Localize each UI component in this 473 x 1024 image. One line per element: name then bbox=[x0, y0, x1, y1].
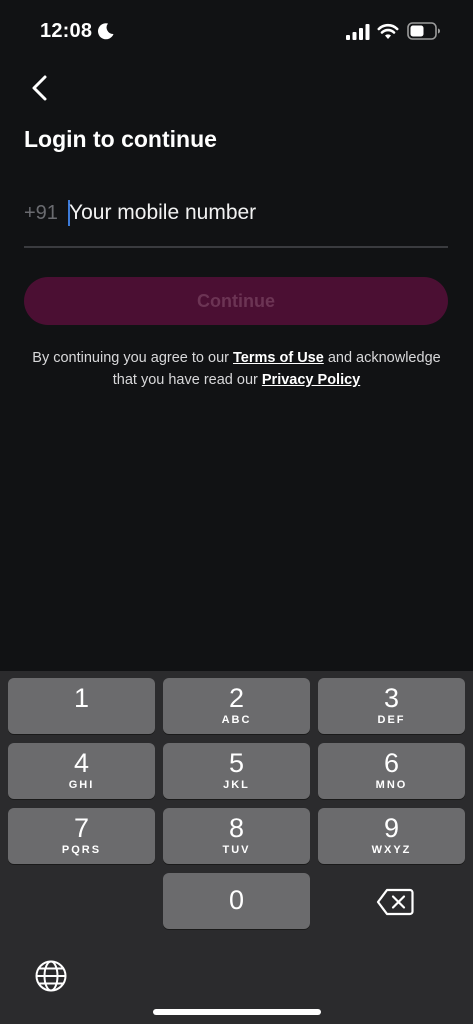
key-digit: 1 bbox=[73, 683, 90, 713]
signal-icon bbox=[346, 24, 370, 40]
key-1[interactable]: 1 bbox=[8, 678, 155, 734]
key-9[interactable]: 9 WXYZ bbox=[318, 808, 465, 864]
phone-field: +91 bbox=[24, 190, 448, 248]
key-letters: PQRS bbox=[61, 844, 102, 856]
key-5[interactable]: 5 JKL bbox=[163, 743, 310, 799]
key-letters: MNO bbox=[375, 779, 408, 791]
key-letters: ABC bbox=[221, 714, 252, 726]
country-code[interactable]: +91 bbox=[24, 202, 58, 225]
key-digit: 7 bbox=[73, 813, 90, 843]
key-digit: 4 bbox=[73, 748, 90, 778]
key-3[interactable]: 3 DEF bbox=[318, 678, 465, 734]
continue-button[interactable]: Continue bbox=[24, 277, 448, 325]
key-digit: 0 bbox=[228, 885, 245, 915]
key-letters: TUV bbox=[222, 844, 251, 856]
key-digit: 2 bbox=[228, 683, 245, 713]
key-digit: 8 bbox=[228, 813, 245, 843]
delete-icon[interactable] bbox=[376, 887, 414, 917]
status-bar: 12:08 bbox=[0, 0, 473, 64]
numeric-keyboard: 1 2 ABC 3 DEF 4 GHI 5 JKL 6 MNO 7 PQRS 8… bbox=[0, 671, 473, 1024]
privacy-policy-link[interactable]: Privacy Policy bbox=[262, 372, 360, 388]
key-letters: JKL bbox=[223, 779, 250, 791]
page-title: Login to continue bbox=[24, 126, 217, 152]
status-time: 12:08 bbox=[40, 20, 93, 42]
wifi-icon bbox=[377, 23, 399, 39]
key-2[interactable]: 2 ABC bbox=[163, 678, 310, 734]
key-letters: WXYZ bbox=[371, 844, 412, 856]
terms-of-use-link[interactable]: Terms of Use bbox=[233, 350, 324, 366]
globe-icon[interactable] bbox=[34, 959, 68, 993]
mobile-number-input[interactable] bbox=[69, 196, 439, 230]
key-6[interactable]: 6 MNO bbox=[318, 743, 465, 799]
legal-text: By continuing you agree to our Terms of … bbox=[20, 347, 453, 391]
key-letters: GHI bbox=[68, 779, 95, 791]
legal-prefix: By continuing you agree to our bbox=[32, 350, 229, 366]
key-digit: 3 bbox=[383, 683, 400, 713]
battery-icon bbox=[407, 22, 440, 40]
key-7[interactable]: 7 PQRS bbox=[8, 808, 155, 864]
key-digit: 6 bbox=[383, 748, 400, 778]
key-letters: DEF bbox=[377, 714, 406, 726]
key-8[interactable]: 8 TUV bbox=[163, 808, 310, 864]
home-indicator bbox=[153, 1009, 321, 1015]
key-digit: 5 bbox=[228, 748, 245, 778]
key-0[interactable]: 0 bbox=[163, 873, 310, 929]
back-chevron-icon[interactable] bbox=[28, 74, 52, 102]
key-digit: 9 bbox=[383, 813, 400, 843]
moon-icon bbox=[97, 23, 114, 40]
key-4[interactable]: 4 GHI bbox=[8, 743, 155, 799]
